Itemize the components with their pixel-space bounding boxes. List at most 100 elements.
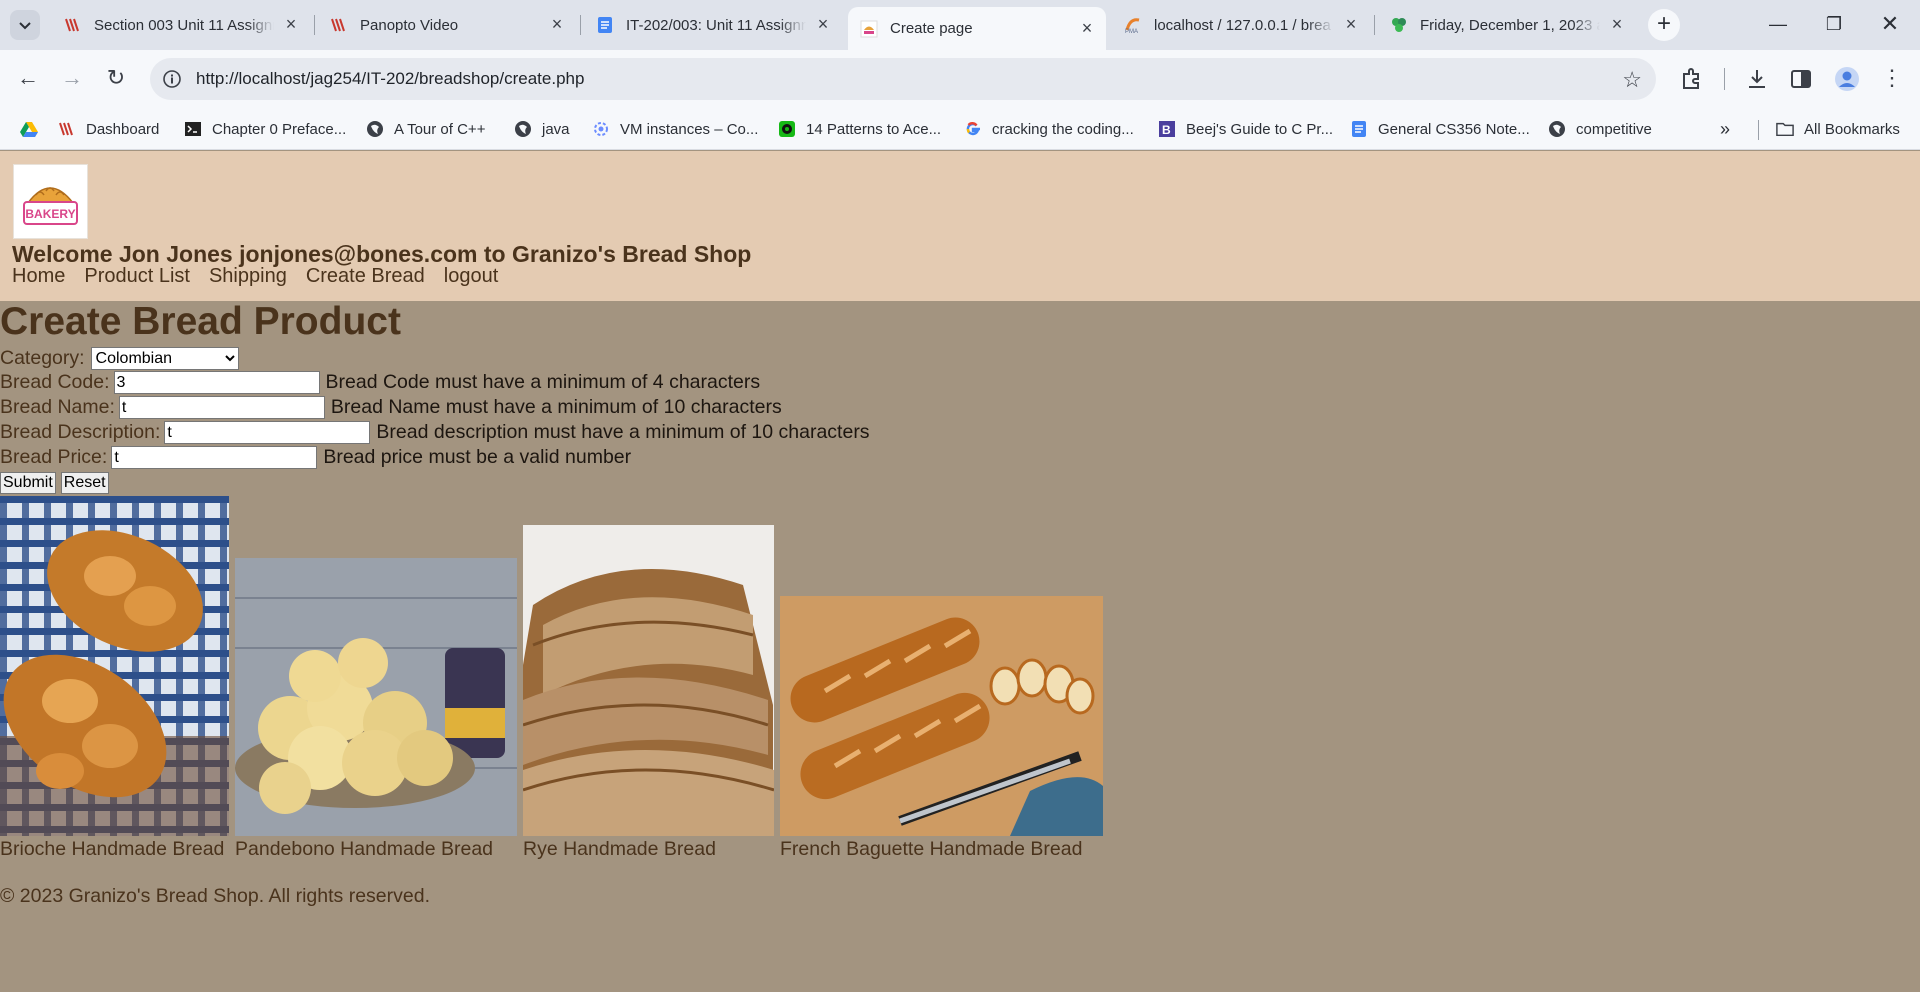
forward-icon[interactable]: → [58, 65, 86, 93]
nav-create-bread[interactable]: Create Bread [306, 265, 425, 288]
globe-icon [514, 120, 532, 138]
all-bookmarks-button[interactable]: All Bookmarks [1776, 116, 1900, 142]
profile-avatar-icon[interactable] [1834, 66, 1860, 92]
tab-it202[interactable]: IT-202/003: Unit 11 Assignm × [584, 8, 842, 42]
new-tab-button[interactable]: + [1648, 9, 1680, 41]
extensions-icon[interactable] [1678, 66, 1704, 92]
folder-icon [1776, 120, 1794, 138]
bread-description-input[interactable] [164, 421, 371, 444]
brioche-image [0, 496, 229, 836]
bread-code-row: Bread Code: Bread Code must have a minim… [0, 371, 760, 394]
close-icon[interactable]: × [1608, 15, 1626, 34]
category-select[interactable]: Colombian [90, 347, 239, 370]
tab-create-page[interactable]: Create page × [848, 7, 1106, 50]
clover-icon [1390, 16, 1408, 34]
tab-friday[interactable]: Friday, December 1, 2023 a × [1378, 8, 1636, 42]
nav-home[interactable]: Home [12, 265, 65, 288]
bookmark-14-patterns[interactable]: 14 Patterns to Ace... [778, 116, 941, 142]
bread-code-input[interactable] [113, 371, 320, 394]
bookmark-chapter-0[interactable]: Chapter 0 Preface... [184, 116, 346, 142]
bread-name-input[interactable] [118, 396, 325, 419]
close-icon[interactable]: × [1342, 15, 1360, 34]
tab-section-003[interactable]: Section 003 Unit 11 Assignm × [52, 8, 310, 42]
beej-icon: B [1158, 120, 1176, 138]
chevron-down-icon [19, 22, 31, 30]
tab-panopto[interactable]: Panopto Video × [318, 8, 576, 42]
bookmark-dashboard[interactable]: Dashboard [58, 116, 159, 142]
category-label: Category: [0, 347, 85, 369]
reset-button[interactable]: Reset [60, 472, 109, 494]
site-header: BAKERY Welcome Jon Jones jonjones@bones.… [0, 151, 1920, 301]
bookmark-cracking-coding[interactable]: cracking the coding... [964, 116, 1134, 142]
phpmyadmin-icon: PMA [1124, 16, 1142, 34]
welcome-message: Welcome Jon Jones jonjones@bones.com to … [12, 241, 752, 267]
bread-code-error: Bread Code must have a minimum of 4 char… [325, 371, 761, 393]
bookmark-competitive[interactable]: competitive [1548, 116, 1652, 142]
tab-strip: Section 003 Unit 11 Assignm × Panopto Vi… [0, 0, 1920, 50]
bakery-logo: BAKERY [13, 164, 88, 239]
pandebono-image [235, 558, 517, 836]
svg-text:PMA: PMA [1125, 29, 1138, 34]
close-icon[interactable]: × [282, 15, 300, 34]
nav-logout[interactable]: logout [444, 265, 499, 288]
bookmark-cs356[interactable]: General CS356 Note... [1350, 116, 1530, 142]
product-caption: Pandebono Handmade Bread [235, 838, 494, 860]
back-icon[interactable]: ← [14, 65, 42, 93]
address-bar[interactable]: http://localhost/jag254/IT-202/breadshop… [150, 58, 1656, 100]
form-buttons: Submit Reset [0, 472, 114, 494]
category-row: Category: Colombian [0, 347, 239, 370]
close-window-icon[interactable]: ✕ [1878, 12, 1902, 36]
bookmarks-bar: Dashboard Chapter 0 Preface... A Tour of… [0, 108, 1920, 150]
gcloud-icon [592, 120, 610, 138]
close-icon[interactable]: × [548, 15, 566, 34]
close-icon[interactable]: × [1078, 19, 1096, 38]
close-icon[interactable]: × [814, 15, 832, 34]
tab-search-button[interactable] [10, 10, 40, 40]
browser-toolbar: ← → ↻ http://localhost/jag254/IT-202/bre… [0, 50, 1920, 108]
bread-price-label: Bread Price: [0, 446, 108, 468]
bakery-icon [860, 20, 878, 38]
product-caption: French Baguette Handmade Bread [780, 838, 1083, 860]
bread-name-row: Bread Name: Bread Name must have a minim… [0, 396, 782, 419]
side-panel-icon[interactable] [1788, 66, 1814, 92]
site-info-icon[interactable] [162, 69, 182, 89]
canvas-icon [330, 16, 348, 34]
bookmark-drive[interactable] [20, 116, 48, 142]
bread-price-error: Bread price must be a valid number [323, 446, 632, 468]
bread-name-error: Bread Name must have a minimum of 10 cha… [330, 396, 782, 418]
submit-button[interactable]: Submit [0, 472, 56, 494]
nav-product-list[interactable]: Product List [84, 265, 190, 288]
docs-icon [596, 16, 614, 34]
svg-text:BAKERY: BAKERY [25, 207, 75, 221]
page-title: Create Bread Product [0, 300, 401, 343]
docs-icon [1350, 120, 1368, 138]
bookmark-tour-cpp[interactable]: A Tour of C++ [366, 116, 485, 142]
globe-icon [366, 120, 384, 138]
site-footer: © 2023 Granizo's Bread Shop. All rights … [0, 885, 430, 907]
bookmark-vm-instances[interactable]: VM instances – Co... [592, 116, 758, 142]
url-text[interactable]: http://localhost/jag254/IT-202/breadshop… [196, 69, 584, 89]
page-content: BAKERY Welcome Jon Jones jonjones@bones.… [0, 151, 1920, 992]
tab-phpmyadmin[interactable]: PMA localhost / 127.0.0.1 / brea × [1112, 8, 1370, 42]
minimize-icon[interactable]: — [1766, 12, 1790, 36]
reload-icon[interactable]: ↻ [102, 65, 130, 93]
nav-shipping[interactable]: Shipping [209, 265, 287, 288]
bread-description-error: Bread description must have a minimum of… [376, 421, 870, 443]
bookmark-beej[interactable]: B Beej's Guide to C Pr... [1158, 116, 1333, 142]
bookmark-star-icon[interactable]: ☆ [1622, 67, 1642, 93]
more-bookmarks-icon[interactable]: » [1720, 116, 1730, 142]
bookmark-java[interactable]: java [514, 116, 570, 142]
rye-image [523, 525, 774, 836]
restore-icon[interactable]: ❐ [1822, 12, 1846, 36]
google-icon [964, 120, 982, 138]
bread-description-label: Bread Description: [0, 421, 161, 443]
svg-text:B: B [1162, 123, 1171, 137]
download-icon[interactable] [1744, 66, 1770, 92]
bread-description-row: Bread Description: Bread description mus… [0, 421, 870, 444]
drive-icon [20, 120, 38, 138]
menu-icon[interactable]: ⋮ [1878, 65, 1906, 93]
bread-code-label: Bread Code: [0, 371, 110, 393]
terminal-icon [184, 120, 202, 138]
bread-price-input[interactable] [111, 446, 318, 469]
product-caption: Brioche Handmade Bread [0, 838, 225, 860]
